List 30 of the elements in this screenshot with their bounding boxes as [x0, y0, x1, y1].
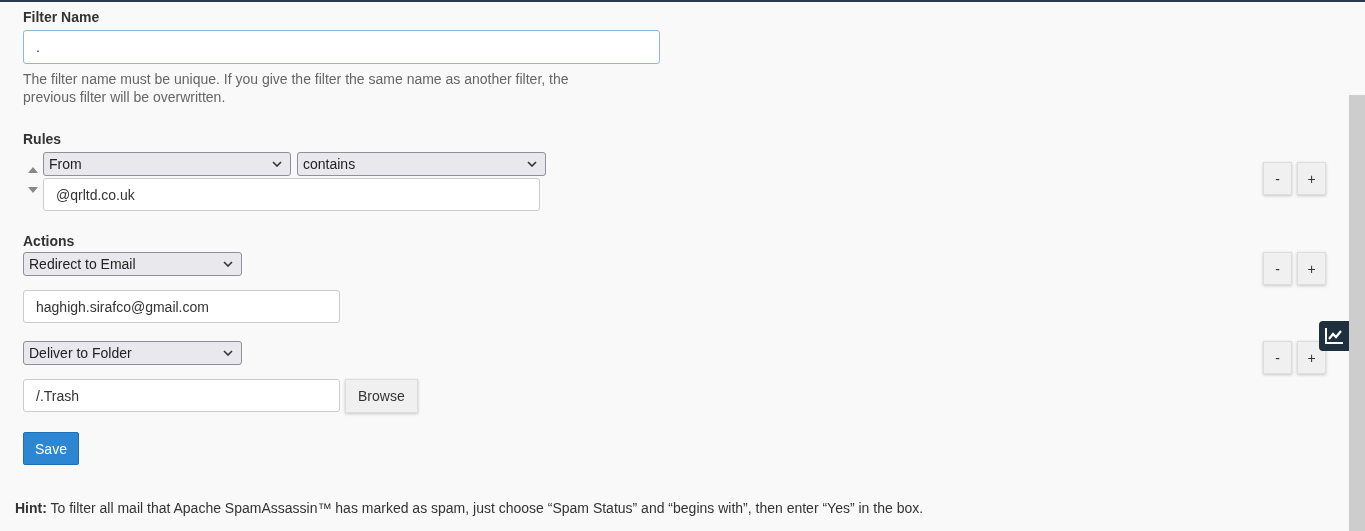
- scrollbar[interactable]: [1349, 95, 1365, 531]
- field-dropdown[interactable]: From: [43, 152, 291, 176]
- add-button[interactable]: +: [1297, 252, 1326, 285]
- chevron-down-icon: [272, 161, 282, 167]
- hint-text: Hint: To filter all mail that Apache SpamAssassin™ has marked as spam, just choose “Spam Status” and “begins with”, then enter “Yes” in the box.: [15, 500, 925, 516]
- chevron-down-icon: [527, 161, 537, 167]
- field-label: Filter Name: [23, 9, 101, 26]
- add-button[interactable]: +: [1297, 341, 1326, 374]
- add-button[interactable]: +: [1297, 162, 1326, 195]
- save-button[interactable]: Save: [23, 432, 79, 465]
- move-up-icon[interactable]: [28, 167, 38, 173]
- section-label: Actions: [23, 233, 76, 250]
- email-field[interactable]: haghigh.sirafco@gmail.com: [23, 290, 340, 323]
- move-down-icon[interactable]: [28, 187, 38, 193]
- remove-button[interactable]: -: [1263, 162, 1292, 195]
- action-dropdown[interactable]: Deliver to Folder: [23, 341, 242, 365]
- help-text: The filter name must be unique. If you give the filter the same name as another filter, the previous filter will be overwritten.: [23, 70, 570, 106]
- remove-button[interactable]: -: [1263, 341, 1292, 374]
- chevron-down-icon: [223, 350, 233, 356]
- action-dropdown[interactable]: Redirect to Email: [23, 252, 242, 276]
- remove-button[interactable]: -: [1263, 252, 1292, 285]
- line-chart-icon: [1324, 327, 1344, 345]
- rule-value-field[interactable]: @qrltd.co.uk: [43, 178, 540, 211]
- folder-field[interactable]: /.Trash: [23, 379, 340, 412]
- chart-button[interactable]: [1319, 321, 1349, 351]
- filter-name-field[interactable]: .: [23, 30, 660, 64]
- section-label: Rules: [23, 131, 63, 148]
- operator-dropdown[interactable]: contains: [297, 152, 546, 176]
- chevron-down-icon: [223, 261, 233, 267]
- browse-button[interactable]: Browse: [345, 379, 418, 413]
